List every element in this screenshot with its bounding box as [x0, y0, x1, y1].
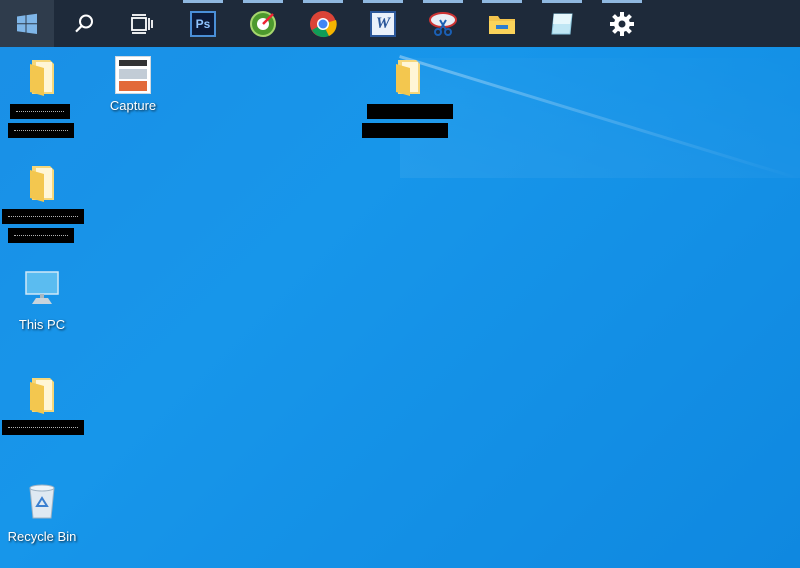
- word-icon: W: [370, 10, 396, 37]
- file-explorer-taskbar-button[interactable]: [478, 0, 526, 47]
- chrome-icon: [310, 10, 337, 37]
- monitor-icon: [25, 271, 59, 304]
- active-indicator: [602, 0, 642, 3]
- recycle-bin-icon: [29, 484, 55, 519]
- desktop-icon-label: This PC: [18, 317, 66, 332]
- word-taskbar-button[interactable]: W: [359, 0, 407, 47]
- redacted-label-dots: [16, 111, 64, 113]
- redacted-label-dots: [14, 235, 68, 237]
- desktop-folder-redacted-3[interactable]: [2, 162, 82, 207]
- notes-app-icon: [551, 13, 573, 34]
- folder-icon: [489, 15, 515, 34]
- photoshop-icon: Ps: [190, 10, 216, 37]
- active-indicator: [482, 0, 522, 3]
- task-view-button[interactable]: [118, 0, 166, 47]
- start-button[interactable]: [0, 0, 54, 47]
- snipping-tool-icon: [429, 11, 457, 36]
- active-indicator: [542, 0, 582, 3]
- desktop-icon-label: Recycle Bin: [7, 529, 77, 544]
- photoshop-taskbar-button[interactable]: Ps: [179, 0, 227, 47]
- active-indicator: [363, 0, 403, 3]
- thumbnail-band: [119, 69, 147, 79]
- redacted-label-dots: [14, 130, 68, 132]
- greenshot-icon: [250, 10, 276, 37]
- redacted-label: [367, 104, 453, 119]
- desktop-icon-this-pc[interactable]: This PC: [2, 268, 82, 333]
- task-view-icon: [131, 13, 153, 34]
- desktop-icon-capture[interactable]: Capture: [93, 56, 173, 114]
- search-icon: [75, 14, 93, 32]
- notes-taskbar-button[interactable]: [538, 0, 586, 47]
- word-icon-label: W: [375, 14, 391, 32]
- taskbar: Ps W: [0, 0, 800, 47]
- active-indicator: [183, 0, 223, 3]
- folder-icon: [30, 166, 54, 202]
- settings-taskbar-button[interactable]: [598, 0, 646, 47]
- desktop-folder-redacted-4[interactable]: [2, 374, 82, 419]
- gear-icon: [610, 11, 634, 36]
- active-indicator: [303, 0, 343, 3]
- active-indicator: [423, 0, 463, 3]
- image-thumbnail-icon: [115, 56, 151, 94]
- redacted-label: [2, 209, 84, 224]
- redacted-label: [8, 123, 74, 138]
- desktop-folder-redacted-1[interactable]: [2, 56, 82, 101]
- greenshot-taskbar-button[interactable]: [239, 0, 287, 47]
- redacted-label-dots: [8, 427, 78, 429]
- active-indicator: [243, 0, 283, 3]
- thumbnail-band: [119, 81, 147, 91]
- redacted-label-dots: [8, 216, 78, 218]
- snipping-tool-taskbar-button[interactable]: [419, 0, 467, 47]
- photoshop-icon-label: Ps: [195, 16, 211, 31]
- desktop-icon-label: Capture: [109, 98, 157, 113]
- search-button[interactable]: [60, 0, 108, 47]
- folder-icon: [30, 60, 54, 96]
- redacted-label: [10, 104, 70, 119]
- windows-logo-icon: [17, 13, 37, 34]
- thumbnail-band: [119, 60, 147, 66]
- folder-icon: [396, 60, 420, 96]
- folder-icon: [30, 378, 54, 414]
- desktop-icon-recycle-bin[interactable]: Recycle Bin: [2, 480, 82, 545]
- desktop-folder-redacted-2[interactable]: [368, 56, 448, 101]
- redacted-label: [362, 123, 448, 138]
- chrome-taskbar-button[interactable]: [299, 0, 347, 47]
- redacted-label: [8, 228, 74, 243]
- redacted-label: [2, 420, 84, 435]
